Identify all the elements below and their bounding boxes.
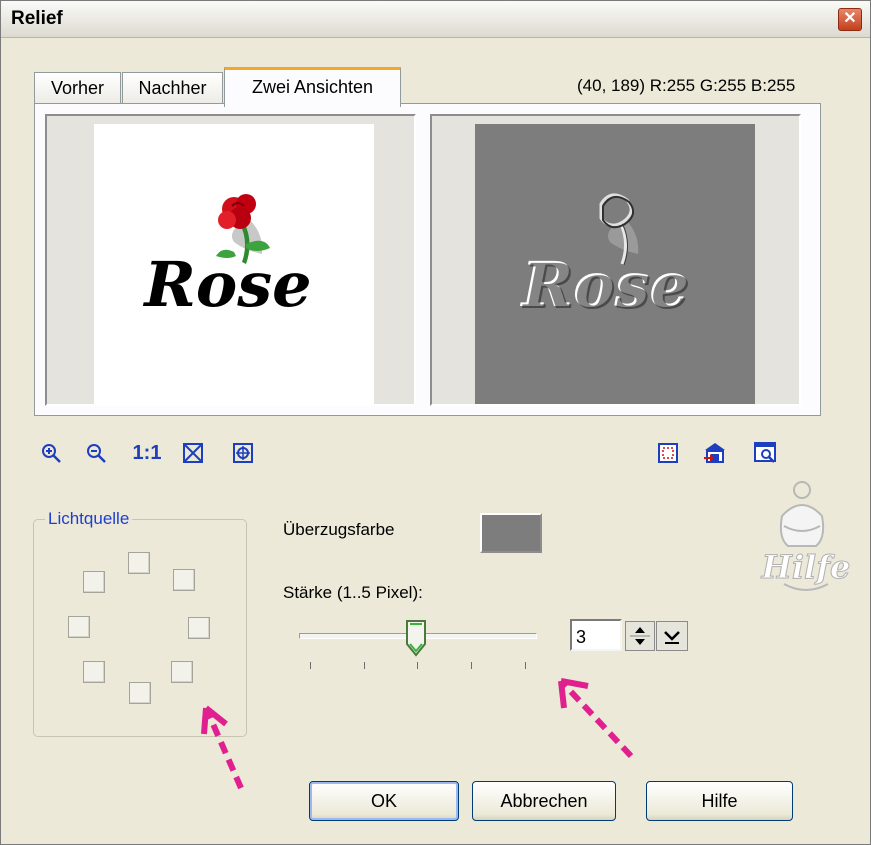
strength-label: Stärke (1..5 Pixel): <box>283 583 423 602</box>
rose-text-after-shadow: Rose <box>521 250 690 323</box>
slider-tick <box>417 662 418 669</box>
light-source-west-button[interactable] <box>68 616 90 638</box>
light-source-label: Lichtquelle <box>45 509 133 529</box>
light-source-north-button[interactable] <box>128 552 150 574</box>
annotation-arrow-light-source <box>201 705 244 790</box>
title-bar: Relief ✕ <box>1 1 870 38</box>
strength-spin-button[interactable] <box>625 621 655 651</box>
close-button[interactable]: ✕ <box>838 8 862 31</box>
help-button[interactable]: Hilfe <box>646 781 793 821</box>
strength-dropdown-button[interactable] <box>656 621 688 651</box>
store-icon[interactable] <box>702 441 726 465</box>
before-preview-pane[interactable]: Rose <box>45 114 416 406</box>
annotation-arrow-strength <box>558 678 634 759</box>
slider-tick <box>364 662 365 669</box>
selection-icon[interactable] <box>656 441 680 465</box>
light-source-northeast-button[interactable] <box>173 569 195 591</box>
after-preview-image[interactable]: Rose Rose <box>475 124 755 404</box>
before-preview-image[interactable]: Rose <box>94 124 374 404</box>
light-source-east-button[interactable] <box>188 617 210 639</box>
help-watermark-image: Hilfe <box>754 476 854 606</box>
strength-input[interactable]: 3 <box>570 619 622 651</box>
pixel-info-readout: (40, 189) R:255 G:255 B:255 <box>577 76 796 95</box>
zoom-out-icon[interactable] <box>84 441 108 465</box>
coating-color-label: Überzugsfarbe <box>283 520 395 539</box>
spin-up-down-icon <box>630 627 650 645</box>
tab-vorher[interactable]: Vorher <box>34 72 121 104</box>
strength-slider-thumb[interactable] <box>404 618 428 658</box>
relief-dialog: Relief ✕ Vorher Nachher Zwei Ansichten (… <box>0 0 871 845</box>
coating-color-swatch[interactable] <box>480 513 542 553</box>
light-source-southeast-button[interactable] <box>171 661 193 683</box>
help-watermark-text: Hilfe <box>761 548 851 586</box>
slider-tick <box>310 662 311 669</box>
window-title: Relief <box>11 8 63 29</box>
after-preview-pane[interactable]: Rose Rose <box>430 114 801 406</box>
light-source-southwest-button[interactable] <box>83 661 105 683</box>
chevron-down-icon <box>664 631 680 644</box>
cancel-button[interactable]: Abbrechen <box>472 781 616 821</box>
rose-image-after: Rose Rose <box>519 193 691 323</box>
actual-size-button[interactable]: 1:1 <box>131 441 163 465</box>
pan-icon[interactable] <box>231 441 255 465</box>
tab-nachher[interactable]: Nachher <box>122 72 223 104</box>
rose-image-before: Rose <box>142 194 312 321</box>
preview-icon[interactable] <box>753 441 777 465</box>
slider-tick <box>471 662 472 669</box>
ok-button[interactable]: OK <box>309 781 459 821</box>
slider-tick <box>525 662 526 669</box>
light-source-south-button[interactable] <box>129 682 151 704</box>
fit-window-icon[interactable] <box>181 441 205 465</box>
light-source-northwest-button[interactable] <box>83 571 105 593</box>
zoom-in-icon[interactable] <box>39 441 63 465</box>
tab-zwei-ansichten[interactable]: Zwei Ansichten <box>224 67 401 107</box>
rose-text-before: Rose <box>142 248 311 321</box>
